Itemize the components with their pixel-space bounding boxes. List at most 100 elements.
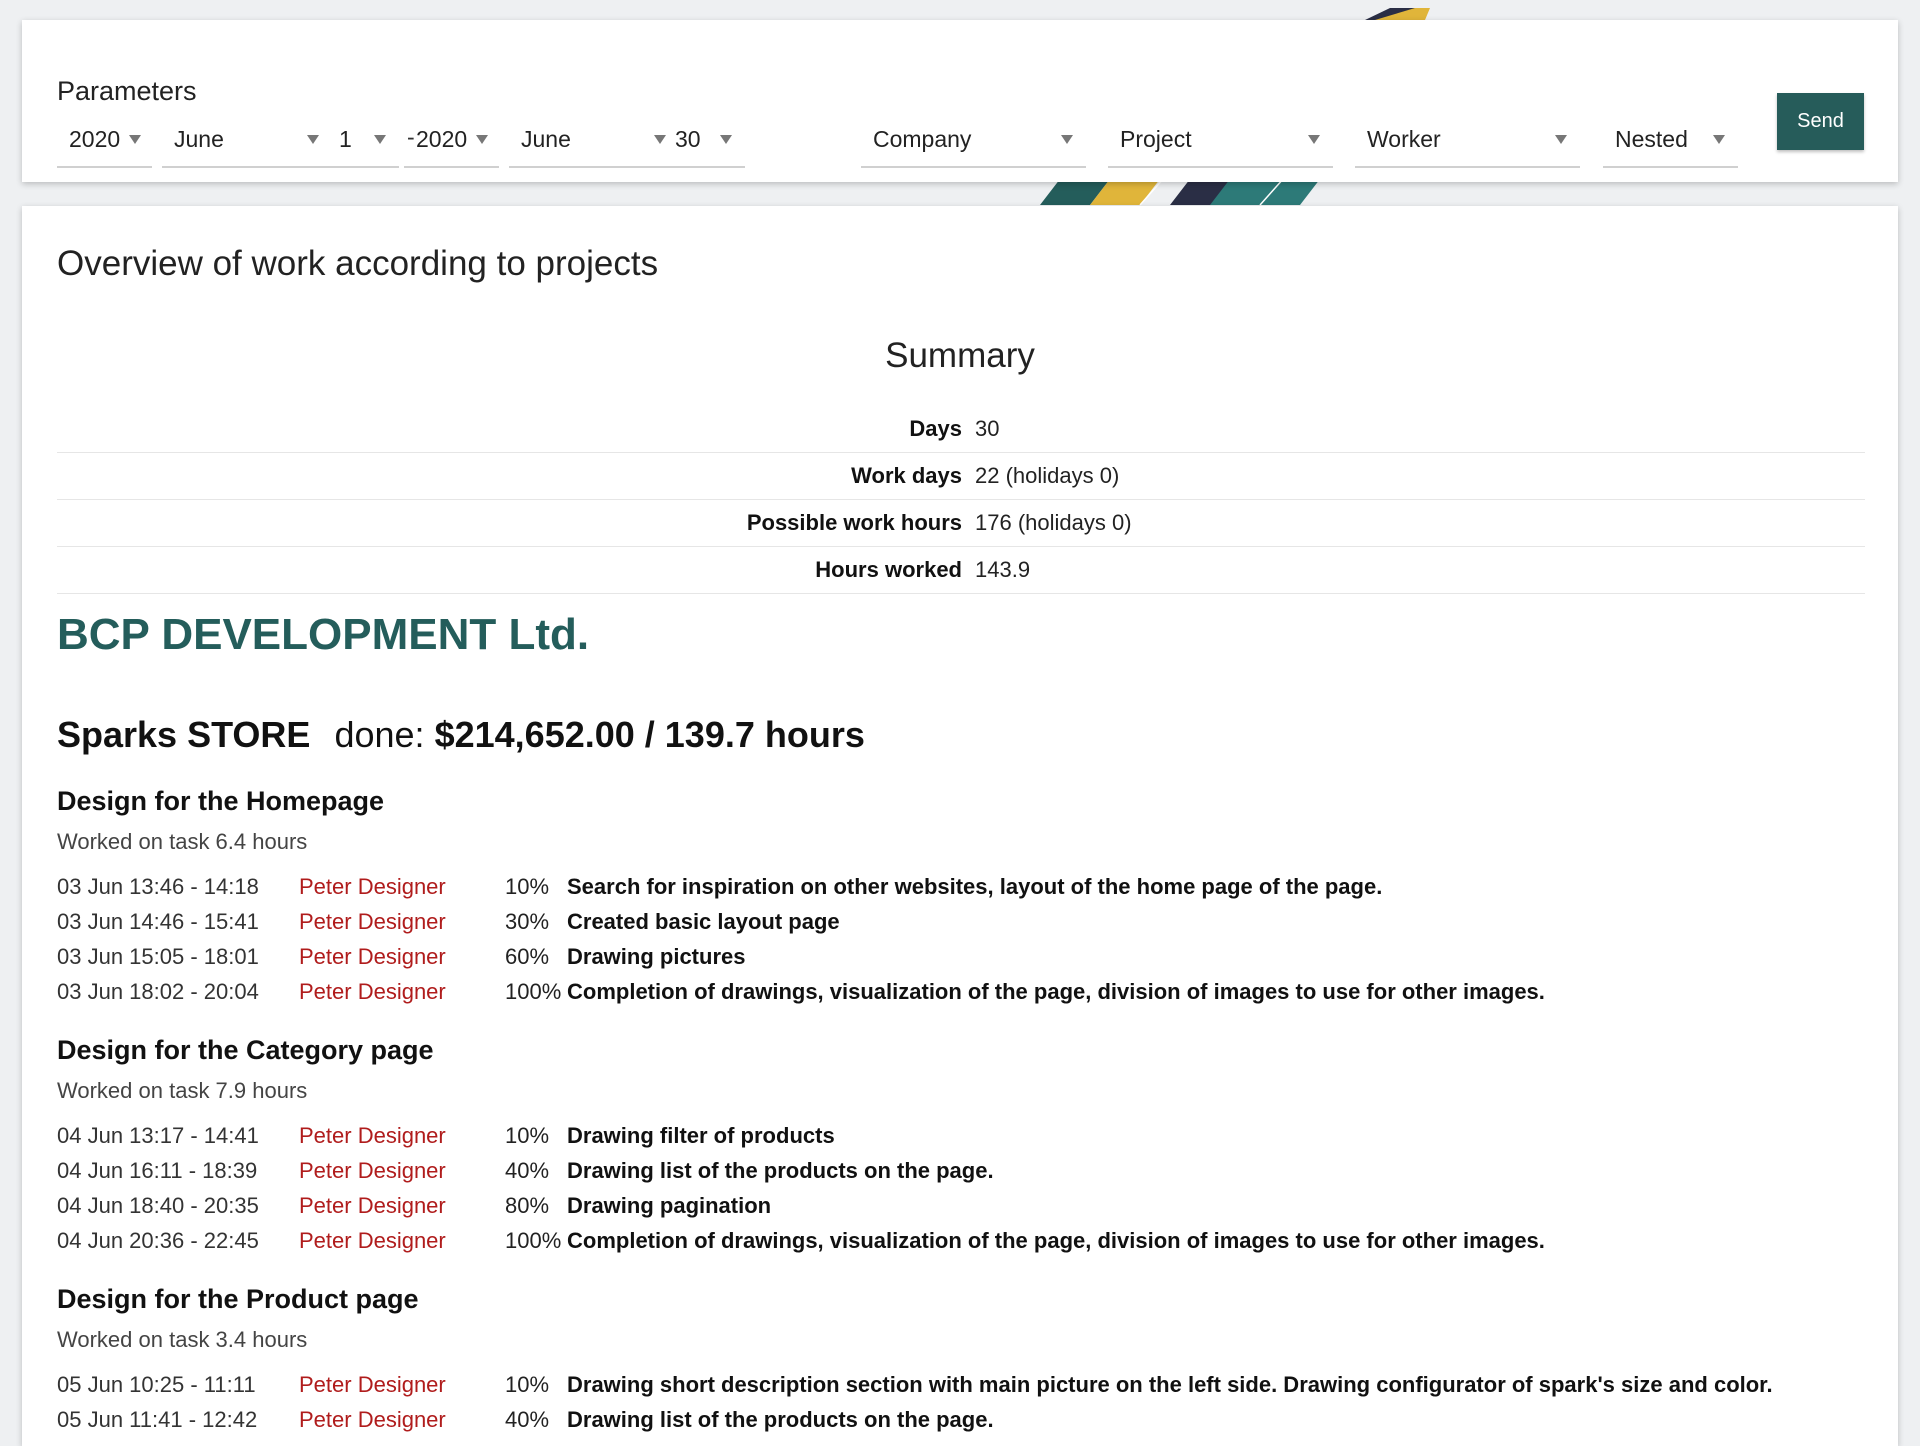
summary-value: 143.9: [975, 557, 1031, 582]
time-entry: 04 Jun 20:36 - 22:45 Peter Designer 100%…: [57, 1228, 1857, 1262]
entry-time: 04 Jun 18:40 - 20:35: [57, 1193, 259, 1218]
from-year-value: 2020: [69, 126, 121, 152]
project-heading: Sparks STORE done: $214,652.00 / 139.7 h…: [57, 714, 865, 756]
summary-value: 22 (holidays 0): [975, 463, 1120, 488]
company-select-value: Company: [873, 126, 972, 152]
to-month-select[interactable]: June: [509, 116, 679, 168]
chevron-down-icon: [1308, 135, 1320, 144]
entry-percent: 100%: [505, 1228, 562, 1253]
entry-worker[interactable]: Peter Designer: [299, 1372, 446, 1398]
entry-percent: 60%: [505, 944, 550, 969]
entry-percent: 40%: [505, 1158, 550, 1183]
entry-percent: 80%: [505, 1193, 550, 1218]
report-panel: Overview of work according to projects S…: [22, 206, 1898, 1446]
to-day-select[interactable]: 30: [663, 116, 745, 168]
task-title: Design for the Category page: [57, 1035, 434, 1065]
time-entry: 03 Jun 14:46 - 15:41 Peter Designer 30% …: [57, 909, 1857, 943]
project-amount: $214,652.00 / 139.7 hours: [434, 714, 865, 755]
entry-percent: 100%: [505, 979, 562, 1004]
chevron-down-icon: [307, 135, 319, 144]
entry-time: 03 Jun 18:02 - 20:04: [57, 979, 259, 1004]
chevron-down-icon: [476, 135, 488, 144]
entry-time: 05 Jun 11:41 - 12:42: [57, 1407, 258, 1432]
to-day-value: 30: [675, 126, 701, 152]
summary-row-possible-hours: Possible work hours 176 (holidays 0): [57, 500, 1865, 547]
time-entry: 03 Jun 18:02 - 20:04 Peter Designer 100%…: [57, 979, 1857, 1013]
from-month-value: June: [174, 126, 224, 152]
mode-select[interactable]: Nested: [1603, 116, 1738, 168]
task-hours: Worked on task 3.4 hours: [57, 1327, 308, 1352]
entry-time: 03 Jun 15:05 - 18:01: [57, 944, 259, 969]
chevron-down-icon: [720, 135, 732, 144]
entry-worker[interactable]: Peter Designer: [299, 1407, 446, 1433]
time-entry: 03 Jun 15:05 - 18:01 Peter Designer 60% …: [57, 944, 1857, 978]
summary-value: 30: [975, 416, 1000, 441]
parameters-title: Parameters: [57, 76, 197, 106]
from-year-select[interactable]: 2020: [57, 116, 152, 168]
summary-title: Summary: [885, 336, 1035, 375]
entry-time: 03 Jun 14:46 - 15:41: [57, 909, 259, 934]
chevron-down-icon: [129, 135, 141, 144]
chevron-down-icon: [1713, 135, 1725, 144]
entry-time: 03 Jun 13:46 - 14:18: [57, 874, 259, 899]
project-select-value: Project: [1120, 126, 1192, 152]
send-button[interactable]: Send: [1777, 93, 1864, 150]
summary-label: Work days: [851, 463, 962, 488]
to-year-value: 2020: [416, 126, 468, 152]
entry-percent: 30%: [505, 909, 550, 934]
entry-description: Created basic layout page: [567, 909, 840, 934]
worker-select[interactable]: Worker: [1355, 116, 1580, 168]
task-hours: Worked on task 7.9 hours: [57, 1078, 308, 1103]
entry-worker[interactable]: Peter Designer: [299, 1193, 446, 1219]
to-year-select[interactable]: 2020: [404, 116, 499, 168]
time-entry: 03 Jun 13:46 - 14:18 Peter Designer 10% …: [57, 874, 1857, 908]
entry-time: 04 Jun 20:36 - 22:45: [57, 1228, 259, 1253]
from-day-select[interactable]: 1: [327, 116, 399, 168]
time-entry: 05 Jun 11:41 - 12:42 Peter Designer 40% …: [57, 1407, 1857, 1441]
entry-description: Drawing short description section with m…: [567, 1372, 1773, 1397]
entry-time: 05 Jun 10:25 - 11:11: [57, 1372, 256, 1397]
project-done-label: done:: [334, 714, 425, 755]
page-title: Overview of work according to projects: [57, 244, 659, 283]
time-entry: 05 Jun 10:25 - 11:11 Peter Designer 10% …: [57, 1372, 1857, 1406]
entry-worker[interactable]: Peter Designer: [299, 909, 446, 935]
company-heading: BCP DEVELOPMENT Ltd.: [57, 610, 590, 659]
from-day-value: 1: [339, 126, 352, 152]
summary-row-hours-worked: Hours worked 143.9: [57, 547, 1865, 594]
entry-worker[interactable]: Peter Designer: [299, 944, 446, 970]
summary-value: 176 (holidays 0): [975, 510, 1132, 535]
entry-description: Completion of drawings, visualization of…: [567, 979, 1545, 1004]
entry-description: Drawing filter of products: [567, 1123, 835, 1148]
company-select[interactable]: Company: [861, 116, 1086, 168]
entry-percent: 10%: [505, 874, 550, 899]
summary-row-days: Days 30: [57, 406, 1865, 453]
entry-worker[interactable]: Peter Designer: [299, 1123, 446, 1149]
entry-percent: 10%: [505, 1372, 550, 1397]
entry-percent: 40%: [505, 1407, 550, 1432]
entry-description: Search for inspiration on other websites…: [567, 874, 1383, 899]
task-hours: Worked on task 6.4 hours: [57, 829, 308, 854]
entry-description: Drawing list of the products on the page…: [567, 1158, 994, 1183]
entry-worker[interactable]: Peter Designer: [299, 1158, 446, 1184]
entry-description: Drawing pictures: [567, 944, 746, 969]
time-entry: 04 Jun 16:11 - 18:39 Peter Designer 40% …: [57, 1158, 1857, 1192]
entry-worker[interactable]: Peter Designer: [299, 1228, 446, 1254]
chevron-down-icon: [1555, 135, 1567, 144]
entry-percent: 10%: [505, 1123, 550, 1148]
entry-description: Drawing list of the products on the page…: [567, 1407, 994, 1432]
project-select[interactable]: Project: [1108, 116, 1333, 168]
entry-description: Completion of drawings, visualization of…: [567, 1228, 1545, 1253]
summary-row-work-days: Work days 22 (holidays 0): [57, 453, 1865, 500]
task-title: Design for the Homepage: [57, 786, 385, 816]
summary-label: Possible work hours: [746, 510, 962, 535]
entry-time: 04 Jun 16:11 - 18:39: [57, 1158, 258, 1183]
task-title: Design for the Product page: [57, 1284, 419, 1314]
time-entry: 04 Jun 18:40 - 20:35 Peter Designer 80% …: [57, 1193, 1857, 1227]
time-entry: 04 Jun 13:17 - 14:41 Peter Designer 10% …: [57, 1123, 1857, 1157]
mode-select-value: Nested: [1615, 126, 1688, 152]
parameters-panel: Parameters 2020 June 1 - 2020 June 30 Co…: [22, 20, 1898, 182]
from-month-select[interactable]: June: [162, 116, 332, 168]
entry-worker[interactable]: Peter Designer: [299, 874, 446, 900]
entry-worker[interactable]: Peter Designer: [299, 979, 446, 1005]
worker-select-value: Worker: [1367, 126, 1441, 152]
